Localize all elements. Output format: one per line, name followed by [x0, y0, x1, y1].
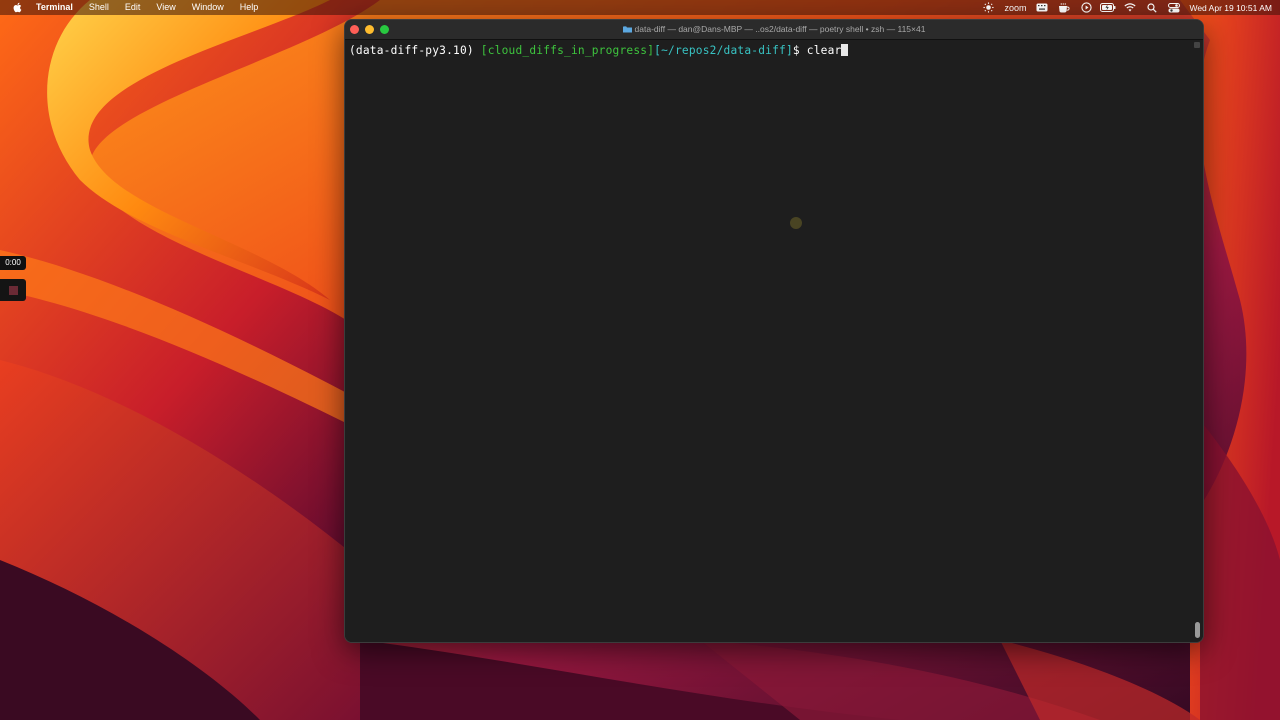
terminal-content[interactable]: (data-diff-py3.10) [cloud_diffs_in_progr… [345, 40, 1203, 642]
prompt-line: (data-diff-py3.10) [cloud_diffs_in_progr… [349, 44, 1199, 58]
window-title: data-diff — dan@Dans-MBP — ..os2/data-di… [345, 20, 1203, 40]
folder-icon [622, 26, 632, 33]
menu-help[interactable]: Help [232, 0, 267, 15]
prompt-path: [~/repos2/data-diff] [654, 44, 793, 57]
apple-menu-icon[interactable] [10, 2, 26, 13]
scrollbar-thumb[interactable] [1195, 622, 1200, 638]
menu-view[interactable]: View [148, 0, 183, 15]
coffee-icon[interactable] [1053, 0, 1075, 15]
control-center-icon[interactable] [1163, 0, 1185, 15]
menu-edit[interactable]: Edit [117, 0, 149, 15]
stop-icon [8, 285, 18, 295]
scroll-up-arrow-icon[interactable] [1194, 42, 1200, 48]
play-icon[interactable] [1075, 0, 1097, 15]
brightness-icon[interactable] [977, 0, 999, 15]
menubar-clock[interactable]: Wed Apr 19 10:51 AM [1185, 3, 1280, 13]
recording-timer: 0:00 [0, 256, 26, 270]
mouse-pointer-highlight [790, 217, 802, 229]
wifi-icon[interactable] [1119, 0, 1141, 15]
window-title-text: data-diff — dan@Dans-MBP — ..os2/data-di… [634, 24, 926, 34]
menu-window[interactable]: Window [184, 0, 232, 15]
prompt-git-branch: [cloud_diffs_in_progress] [480, 44, 655, 57]
battery-icon[interactable] [1097, 0, 1119, 15]
menu-shell[interactable]: Shell [81, 0, 117, 15]
terminal-titlebar[interactable]: data-diff — dan@Dans-MBP — ..os2/data-di… [345, 20, 1203, 40]
menu-bar: Terminal Shell Edit View Window Help zoo… [0, 0, 1280, 15]
terminal-scrollbar[interactable] [1194, 40, 1200, 638]
keyboard-icon[interactable] [1031, 0, 1053, 15]
menu-app-terminal[interactable]: Terminal [36, 0, 81, 15]
zoom-menu-label[interactable]: zoom [999, 3, 1031, 13]
recording-stop-button[interactable] [0, 279, 26, 301]
typed-command: clear [806, 44, 842, 57]
text-cursor [841, 44, 849, 56]
prompt-virtualenv: (data-diff-py3.10) [349, 44, 474, 57]
prompt-symbol: $ [792, 44, 800, 57]
search-icon[interactable] [1141, 0, 1163, 15]
terminal-window: data-diff — dan@Dans-MBP — ..os2/data-di… [344, 19, 1204, 643]
